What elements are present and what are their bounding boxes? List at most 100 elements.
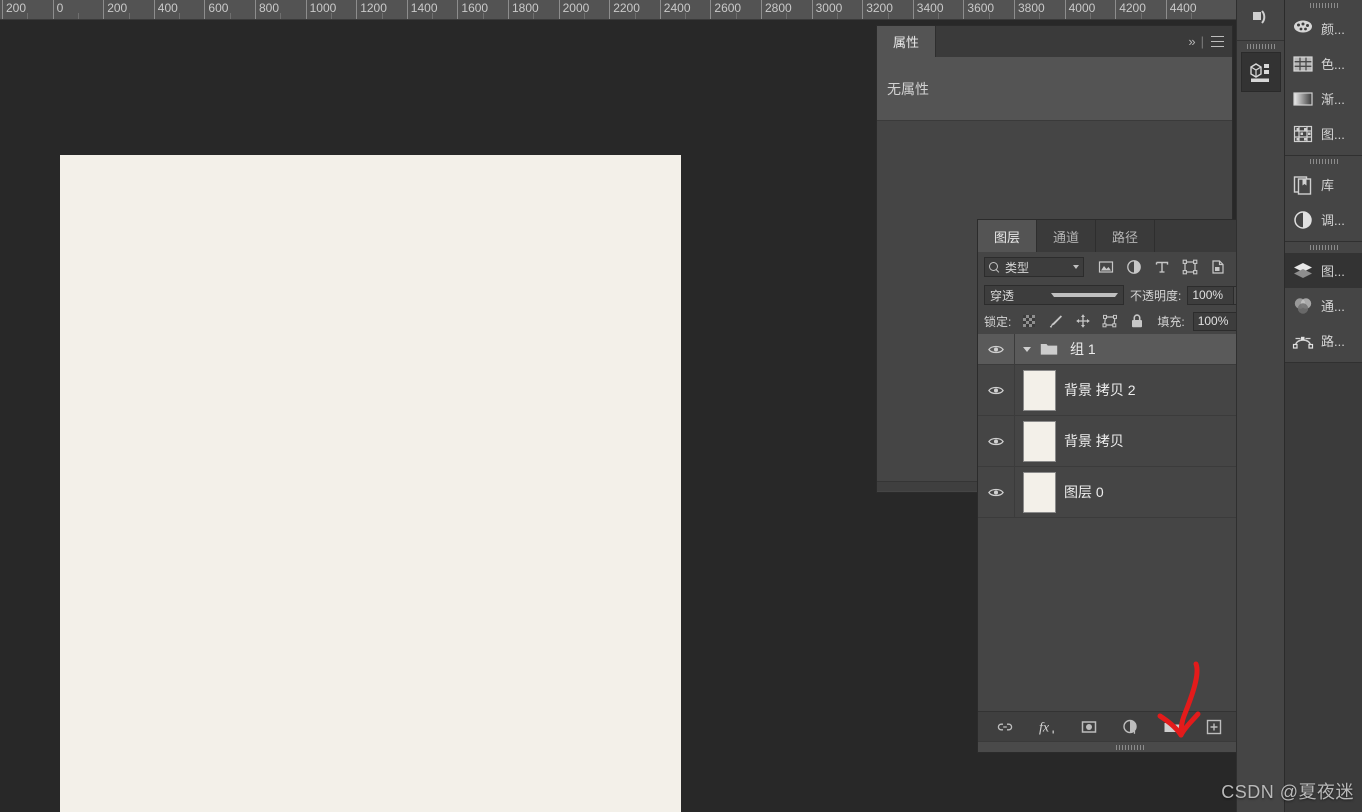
dock-item-label: 路... (1321, 334, 1345, 349)
text-filter-icon[interactable] (1154, 259, 1170, 275)
dock-group-grip[interactable] (1285, 242, 1362, 253)
dock-item-paths[interactable]: 路... (1285, 323, 1362, 358)
tab-paths[interactable]: 路径 (1096, 220, 1156, 252)
lock-position-icon[interactable] (1075, 313, 1091, 329)
new-layer-icon[interactable] (1205, 718, 1223, 736)
opacity-label: 不透明度: (1130, 288, 1182, 303)
sliver-grip[interactable] (1237, 41, 1284, 52)
layer-visibility-toggle[interactable] (978, 467, 1015, 517)
ruler-tick: 600 (204, 0, 228, 19)
ruler-minor-tick (533, 13, 535, 19)
tab-properties[interactable]: 属性 (877, 26, 937, 57)
dock-item-label: 库 (1321, 178, 1335, 193)
ruler-tick: 0 (52, 0, 63, 19)
dock-item-patterns[interactable]: 图... (1285, 116, 1362, 151)
fill-input[interactable]: 100% (1192, 311, 1240, 331)
dock-group-grip[interactable] (1285, 156, 1362, 167)
ruler-minor-tick (1039, 13, 1041, 19)
new-group-icon[interactable] (1162, 718, 1182, 736)
lock-artboard-icon[interactable] (1102, 313, 1118, 329)
grip-dots-icon (1246, 44, 1275, 49)
add-mask-icon[interactable] (1080, 718, 1098, 736)
properties-3d-icon (1250, 63, 1269, 82)
ruler-minor-tick (179, 13, 181, 19)
dock-item-libraries[interactable]: 库 (1285, 167, 1362, 202)
layer-visibility-toggle[interactable] (978, 365, 1015, 415)
ruler-minor-tick (381, 13, 383, 19)
ruler-minor-tick (836, 13, 838, 19)
horizontal-ruler[interactable]: 200 0 200 400 600 800 1000 1200 1400 1600 1800 2000… (0, 0, 1362, 20)
layer-thumbnail[interactable] (1023, 420, 1056, 462)
blend-mode-select[interactable]: 穿透 (984, 285, 1124, 305)
group-expand-chevron-icon[interactable] (1023, 346, 1031, 352)
ruler-tick: 400 (153, 0, 178, 19)
lock-icons (1021, 313, 1145, 329)
filter-kind-select[interactable]: 类型 (984, 257, 1084, 277)
ruler-minor-tick (128, 13, 130, 19)
grip-dots-icon (1309, 245, 1338, 250)
pixel-filter-icon[interactable] (1098, 259, 1114, 275)
lock-transparency-icon[interactable] (1021, 313, 1037, 329)
tab-properties-label: 属性 (893, 35, 920, 50)
layer-visibility-icon[interactable] (988, 385, 1004, 396)
ruler-minor-tick (77, 13, 79, 19)
layer-name: 图层 0 (1064, 484, 1104, 500)
layer-visibility-icon[interactable] (988, 487, 1004, 498)
tab-layers[interactable]: 图层 (978, 220, 1038, 252)
ruler-minor-tick (685, 13, 687, 19)
properties-dock-button[interactable] (1237, 52, 1285, 92)
right-dock: 颜... 色... 渐... 图... 库调... 图... 通... 路... (1284, 0, 1362, 812)
dock-item-adjustments[interactable]: 调... (1285, 202, 1362, 237)
layer-visibility-icon[interactable] (988, 436, 1004, 447)
ruler-minor-tick (988, 13, 990, 19)
chevron-down-icon[interactable] (1073, 265, 1079, 269)
ruler-minor-tick (432, 13, 434, 19)
ruler-minor-tick (634, 13, 636, 19)
layer-visibility-icon[interactable] (988, 344, 1004, 355)
properties-body: 无属性 (877, 57, 1232, 121)
opacity-input[interactable]: 100% (1187, 285, 1235, 305)
dock-group-layers: 图... 通... 路... (1285, 242, 1362, 363)
filter-kind-label: 类型 (1005, 260, 1030, 275)
tab-layers-label: 图层 (994, 229, 1021, 245)
dock-item-swatches-grid[interactable]: 色... (1285, 46, 1362, 81)
panel-menu-icon[interactable] (1211, 36, 1224, 47)
document-canvas[interactable] (60, 155, 681, 812)
dock-item-label: 颜... (1321, 22, 1345, 37)
ruler-tick: 200 (103, 0, 127, 19)
layer-visibility-toggle[interactable] (978, 416, 1015, 466)
ruler-minor-tick (280, 13, 282, 19)
dock-group-grip[interactable] (1285, 0, 1362, 11)
panel-icon-sliver (1236, 0, 1284, 812)
ruler-tick: 800 (255, 0, 279, 19)
lock-image-icon[interactable] (1048, 313, 1064, 329)
link-layers-icon[interactable] (996, 718, 1014, 736)
dock-item-label: 渐... (1321, 92, 1345, 107)
collapse-double-chevron-icon[interactable]: » (1188, 34, 1195, 49)
fill-label: 填充: (1157, 314, 1185, 329)
adjustment-filter-icon[interactable] (1126, 259, 1142, 275)
layer-thumbnail[interactable] (1023, 471, 1056, 513)
ruler-minor-tick (938, 13, 940, 19)
dock-item-layers[interactable]: 图... (1285, 253, 1362, 288)
new-adjustment-layer-icon[interactable] (1121, 718, 1139, 736)
shape-filter-icon[interactable] (1182, 259, 1198, 275)
comment-button[interactable] (1237, 0, 1285, 40)
smart-object-filter-icon[interactable] (1210, 259, 1226, 275)
dock-item-channels[interactable]: 通... (1285, 288, 1362, 323)
dock-item-color-palette[interactable]: 颜... (1285, 11, 1362, 46)
search-icon (989, 261, 1000, 273)
layer-thumbnail[interactable] (1023, 369, 1056, 411)
chevron-down-icon[interactable] (1051, 293, 1118, 297)
layer-visibility-toggle[interactable] (978, 334, 1015, 364)
tab-channels[interactable]: 通道 (1037, 220, 1097, 252)
dock-item-label: 图... (1321, 264, 1345, 279)
grip-dots-icon (1309, 159, 1338, 164)
layer-name: 背景 拷贝 (1064, 433, 1124, 449)
dock-item-gradient[interactable]: 渐... (1285, 81, 1362, 116)
lock-all-icon[interactable] (1129, 313, 1145, 329)
ruler-minor-tick (1191, 13, 1193, 19)
ruler-minor-tick (27, 13, 29, 19)
dock-group-libraries: 库调... (1285, 156, 1362, 242)
layer-style-fx-icon[interactable]: fx (1037, 718, 1057, 736)
